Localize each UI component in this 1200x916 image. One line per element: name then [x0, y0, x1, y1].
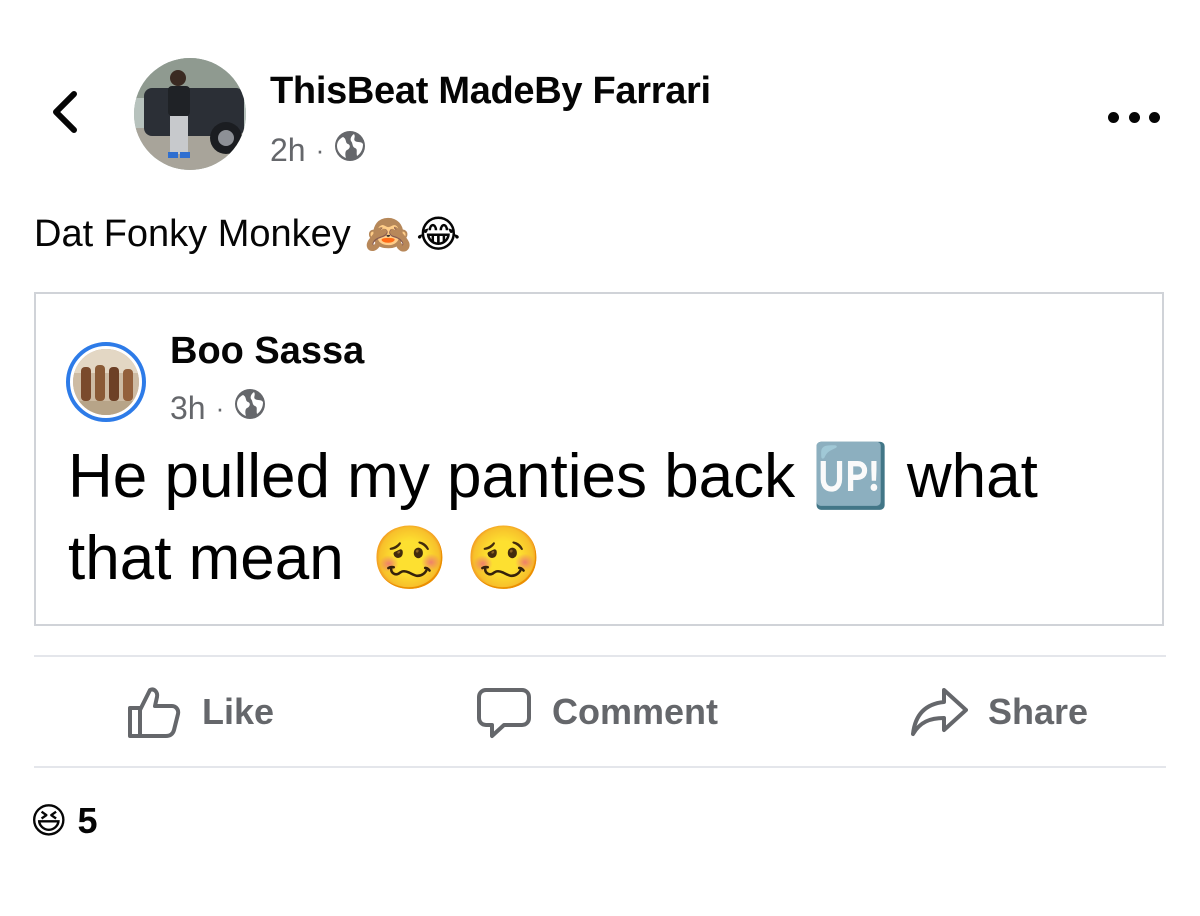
laughing-face-icon: 😆 [30, 800, 68, 841]
see-no-evil-monkey-icon: 🙈 [364, 213, 413, 256]
more-options-button[interactable] [1108, 100, 1160, 134]
author-name[interactable]: ThisBeat MadeBy Farrari [270, 70, 711, 113]
tears-of-joy-icon: 😂 [416, 214, 461, 256]
globe-icon [334, 130, 366, 170]
comment-button[interactable]: Comment [476, 680, 718, 744]
shared-post-meta: 3h · [170, 388, 266, 428]
thumbs-up-icon [126, 684, 182, 740]
woozy-face-icon: 🥴 [465, 524, 543, 593]
globe-icon [234, 388, 266, 428]
more-dot-icon [1149, 111, 1160, 123]
more-dot-icon [1108, 111, 1119, 123]
chevron-left-icon [50, 90, 80, 139]
share-arrow-icon [910, 684, 968, 740]
post-time[interactable]: 2h [270, 132, 306, 169]
post-meta: 2h · [270, 130, 366, 170]
comment-bubble-icon [476, 684, 532, 740]
post-caption: Dat Fonky Monkey 🙈 😂 [34, 212, 461, 257]
share-button[interactable]: Share [910, 680, 1088, 744]
comment-label: Comment [552, 691, 719, 732]
shared-author-name[interactable]: Boo Sassa [170, 330, 364, 373]
divider [34, 655, 1166, 657]
like-label: Like [202, 691, 275, 732]
like-button[interactable]: Like [126, 680, 274, 744]
meta-separator: · [315, 134, 325, 165]
shared-text-part1: He pulled my panties back [68, 442, 796, 511]
reaction-count: 5 [77, 800, 98, 841]
more-dot-icon [1128, 111, 1140, 123]
author-avatar[interactable] [134, 58, 246, 170]
share-label: Share [988, 691, 1089, 732]
back-button[interactable] [40, 84, 90, 144]
shared-post-time[interactable]: 3h [170, 390, 206, 427]
woozy-face-icon: 🥴 [370, 524, 449, 593]
reactions-summary[interactable]: 😆 5 [30, 800, 98, 842]
meta-separator: · [215, 392, 225, 423]
shared-post-text: He pulled my panties back 🆙 what that me… [68, 436, 1128, 600]
up-button-icon: 🆙 [812, 442, 890, 511]
divider [34, 766, 1166, 768]
shared-author-avatar[interactable] [66, 342, 146, 422]
caption-text: Dat Fonky Monkey [34, 213, 351, 255]
